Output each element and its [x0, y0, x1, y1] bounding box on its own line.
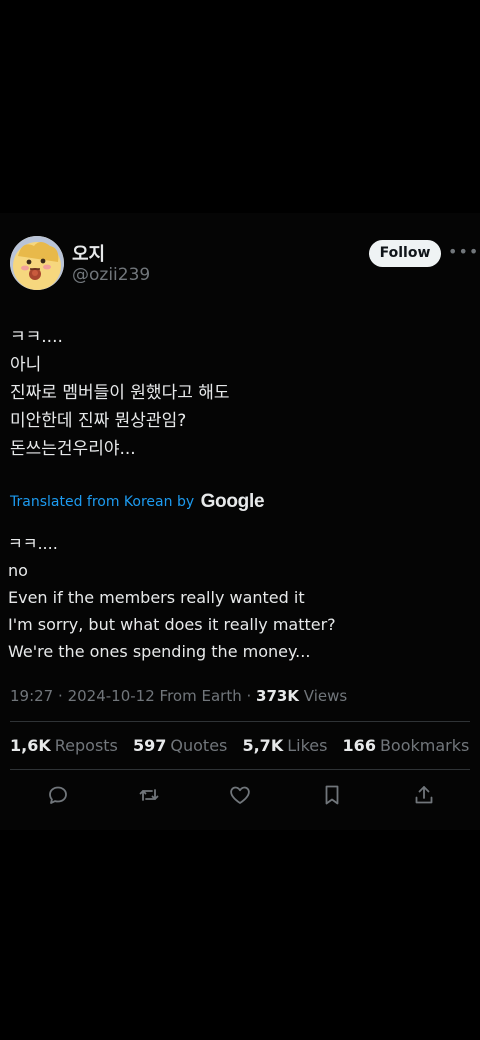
quotes-label: Quotes [170, 736, 228, 755]
translated-line: Even if the members really wanted it [8, 588, 305, 607]
bookmark-icon[interactable] [320, 783, 344, 807]
tweet-text: ㅋㅋ.... 아니 진짜로 멤버들이 원했다고 해도 미안한데 진짜 뭔상관임?… [10, 323, 470, 463]
translated-from-link[interactable]: Translated from Korean by Google [10, 491, 265, 513]
quotes-stat[interactable]: 597 Quotes [133, 736, 227, 755]
share-icon[interactable] [412, 783, 436, 807]
quotes-count: 597 [132, 736, 167, 755]
divider [10, 721, 470, 722]
bookmarks-stat[interactable]: 166 Bookmarks [343, 736, 470, 755]
translated-label: Translated from Korean by [10, 494, 195, 510]
divider [10, 769, 470, 770]
more-options-icon[interactable]: ••• [448, 242, 478, 262]
page: 오지 @ozii239 Follow ••• ㅋㅋ.... 아니 진짜로 멤버들… [0, 0, 480, 1040]
views-label: Views [303, 687, 348, 705]
tweet-source: From Earth [159, 687, 242, 705]
translated-line: We're the ones spending the money... [8, 642, 311, 661]
display-name[interactable]: 오지 [72, 240, 105, 266]
avatar[interactable] [10, 236, 64, 290]
reposts-stat[interactable]: 1,6K Reposts [10, 736, 118, 755]
meta-separator: · [246, 687, 252, 705]
tweet-time[interactable]: 19:27 [10, 687, 53, 705]
translated-line: ㅋㅋ.... [8, 534, 58, 553]
tweet-line: 진짜로 멤버들이 원했다고 해도 [10, 383, 230, 403]
likes-stat[interactable]: 5,7K Likes [242, 736, 327, 755]
bookmarks-count: 166 [342, 736, 376, 755]
translated-line: I'm sorry, but what does it really matte… [8, 615, 336, 634]
tweet-line: ㅋㅋ.... [10, 327, 63, 347]
likes-label: Likes [287, 736, 328, 755]
follow-button[interactable]: Follow [369, 240, 441, 267]
tweet-line: 돈쓰는건우리야... [10, 439, 136, 459]
google-logo: Google [200, 491, 265, 512]
likes-count: 5,7K [242, 736, 284, 755]
meta-separator: · [58, 687, 63, 705]
reply-icon[interactable] [46, 783, 70, 807]
tweet-meta: 19:27 · 2024-10-12 From Earth · 373K Vie… [10, 687, 347, 705]
views-count: 373K [256, 687, 299, 705]
tweet-line: 미안한데 진짜 뭔상관임? [10, 411, 187, 431]
reposts-label: Reposts [54, 736, 118, 755]
translated-line: no [8, 561, 28, 580]
handle[interactable]: @ozii239 [72, 265, 150, 285]
translated-text: ㅋㅋ.... no Even if the members really wan… [8, 530, 470, 665]
retweet-icon[interactable] [137, 783, 161, 807]
engagement-stats: 1,6K Reposts 597 Quotes 5,7K Likes 166 Bookm… [10, 736, 479, 755]
reposts-count: 1,6K [10, 736, 51, 755]
bookmarks-label: Bookmarks [379, 736, 470, 755]
tweet-date[interactable]: 2024-10-12 [68, 687, 155, 705]
tweet-line: 아니 [10, 355, 42, 375]
heart-icon[interactable] [228, 783, 252, 807]
